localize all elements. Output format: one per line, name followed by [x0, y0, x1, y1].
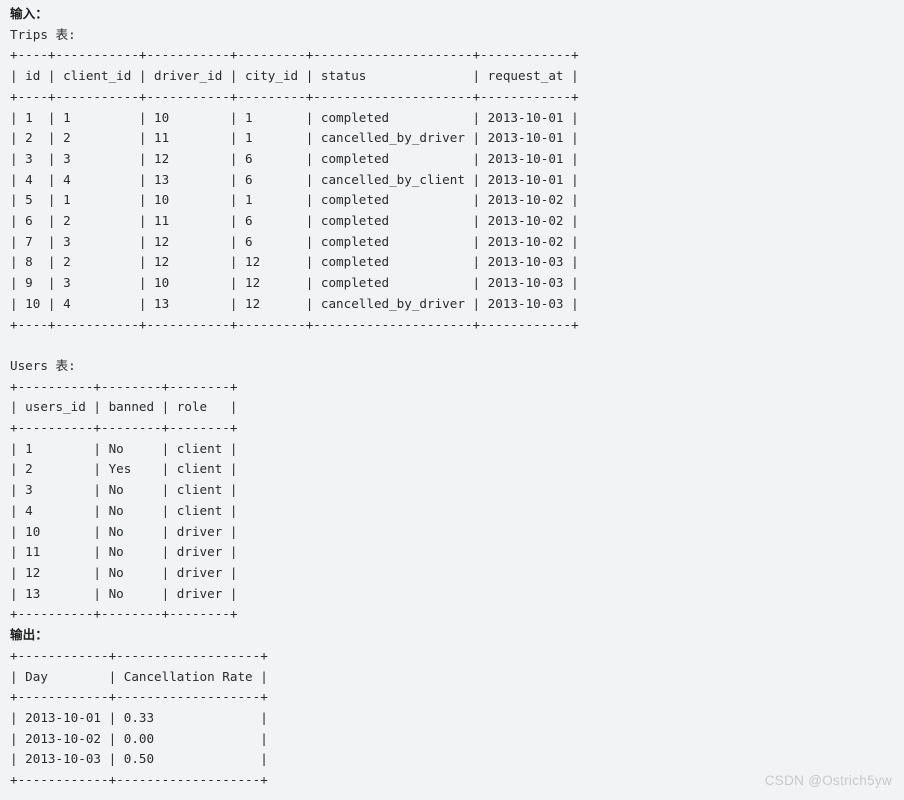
table-row: | 8 | 2 | 12 | 12 | completed | 2013-10-…: [10, 254, 579, 270]
table-row: | 3 | 3 | 12 | 6 | completed | 2013-10-0…: [10, 150, 579, 166]
table-row: | 10 | 4 | 13 | 12 | cancelled_by_driver…: [10, 295, 579, 311]
table-row: | 10 | No | driver |: [10, 523, 238, 539]
csdn-watermark: CSDN @Ostrich5yw: [764, 773, 892, 788]
table-row: | 5 | 1 | 10 | 1 | completed | 2013-10-0…: [10, 192, 579, 208]
table-row: | 7 | 3 | 12 | 6 | completed | 2013-10-0…: [10, 233, 579, 249]
trips-table-separator-top: +----+-----------+-----------+---------+…: [10, 47, 579, 63]
table-row: | 2013-10-03 | 0.50 |: [10, 751, 268, 767]
table-row: | 2 | Yes | client |: [10, 461, 238, 477]
table-row: | 2013-10-02 | 0.00 |: [10, 730, 268, 746]
output-heading: 输出：: [10, 627, 48, 643]
users-table-header: | users_id | banned | role |: [10, 399, 238, 415]
page-content: 输入： Trips 表: +----+-----------+---------…: [0, 0, 904, 800]
table-row: | 11 | No | driver |: [10, 544, 238, 560]
table-row: | 2 | 2 | 11 | 1 | cancelled_by_driver |…: [10, 130, 579, 146]
section-spacer: [10, 335, 904, 356]
trips-table-caption: Trips 表:: [10, 26, 76, 42]
table-row: | 4 | No | client |: [10, 502, 238, 518]
output-section: 输出： +------------+-------------------+ |…: [10, 625, 904, 791]
input-section: 输入： Trips 表: +----+-----------+---------…: [10, 4, 904, 625]
table-row: | 1 | 1 | 10 | 1 | completed | 2013-10-0…: [10, 109, 579, 125]
trips-table-header: | id | client_id | driver_id | city_id |…: [10, 68, 579, 84]
output-table-header: | Day | Cancellation Rate |: [10, 668, 268, 684]
users-table-separator-bottom: +----------+--------+--------+: [10, 606, 238, 622]
trips-table-separator-header: +----+-----------+-----------+---------+…: [10, 88, 579, 104]
input-heading: 输入：: [10, 6, 48, 21]
table-row: | 13 | No | driver |: [10, 585, 238, 601]
table-row: | 1 | No | client |: [10, 440, 238, 456]
users-table-separator-top: +----------+--------+--------+: [10, 378, 238, 394]
output-table-separator-top: +------------+-------------------+: [10, 647, 268, 663]
table-row: | 9 | 3 | 10 | 12 | completed | 2013-10-…: [10, 275, 579, 291]
users-table-separator-header: +----------+--------+--------+: [10, 420, 238, 436]
table-row: | 6 | 2 | 11 | 6 | completed | 2013-10-0…: [10, 213, 579, 229]
table-row: | 2013-10-01 | 0.33 |: [10, 709, 268, 725]
trips-table-separator-bottom: +----+-----------+-----------+---------+…: [10, 316, 579, 332]
table-row: | 3 | No | client |: [10, 482, 238, 498]
output-table-separator-header: +------------+-------------------+: [10, 689, 268, 705]
table-row: | 4 | 4 | 13 | 6 | cancelled_by_client |…: [10, 171, 579, 187]
users-table-caption: Users 表:: [10, 357, 76, 373]
table-row: | 12 | No | driver |: [10, 564, 238, 580]
